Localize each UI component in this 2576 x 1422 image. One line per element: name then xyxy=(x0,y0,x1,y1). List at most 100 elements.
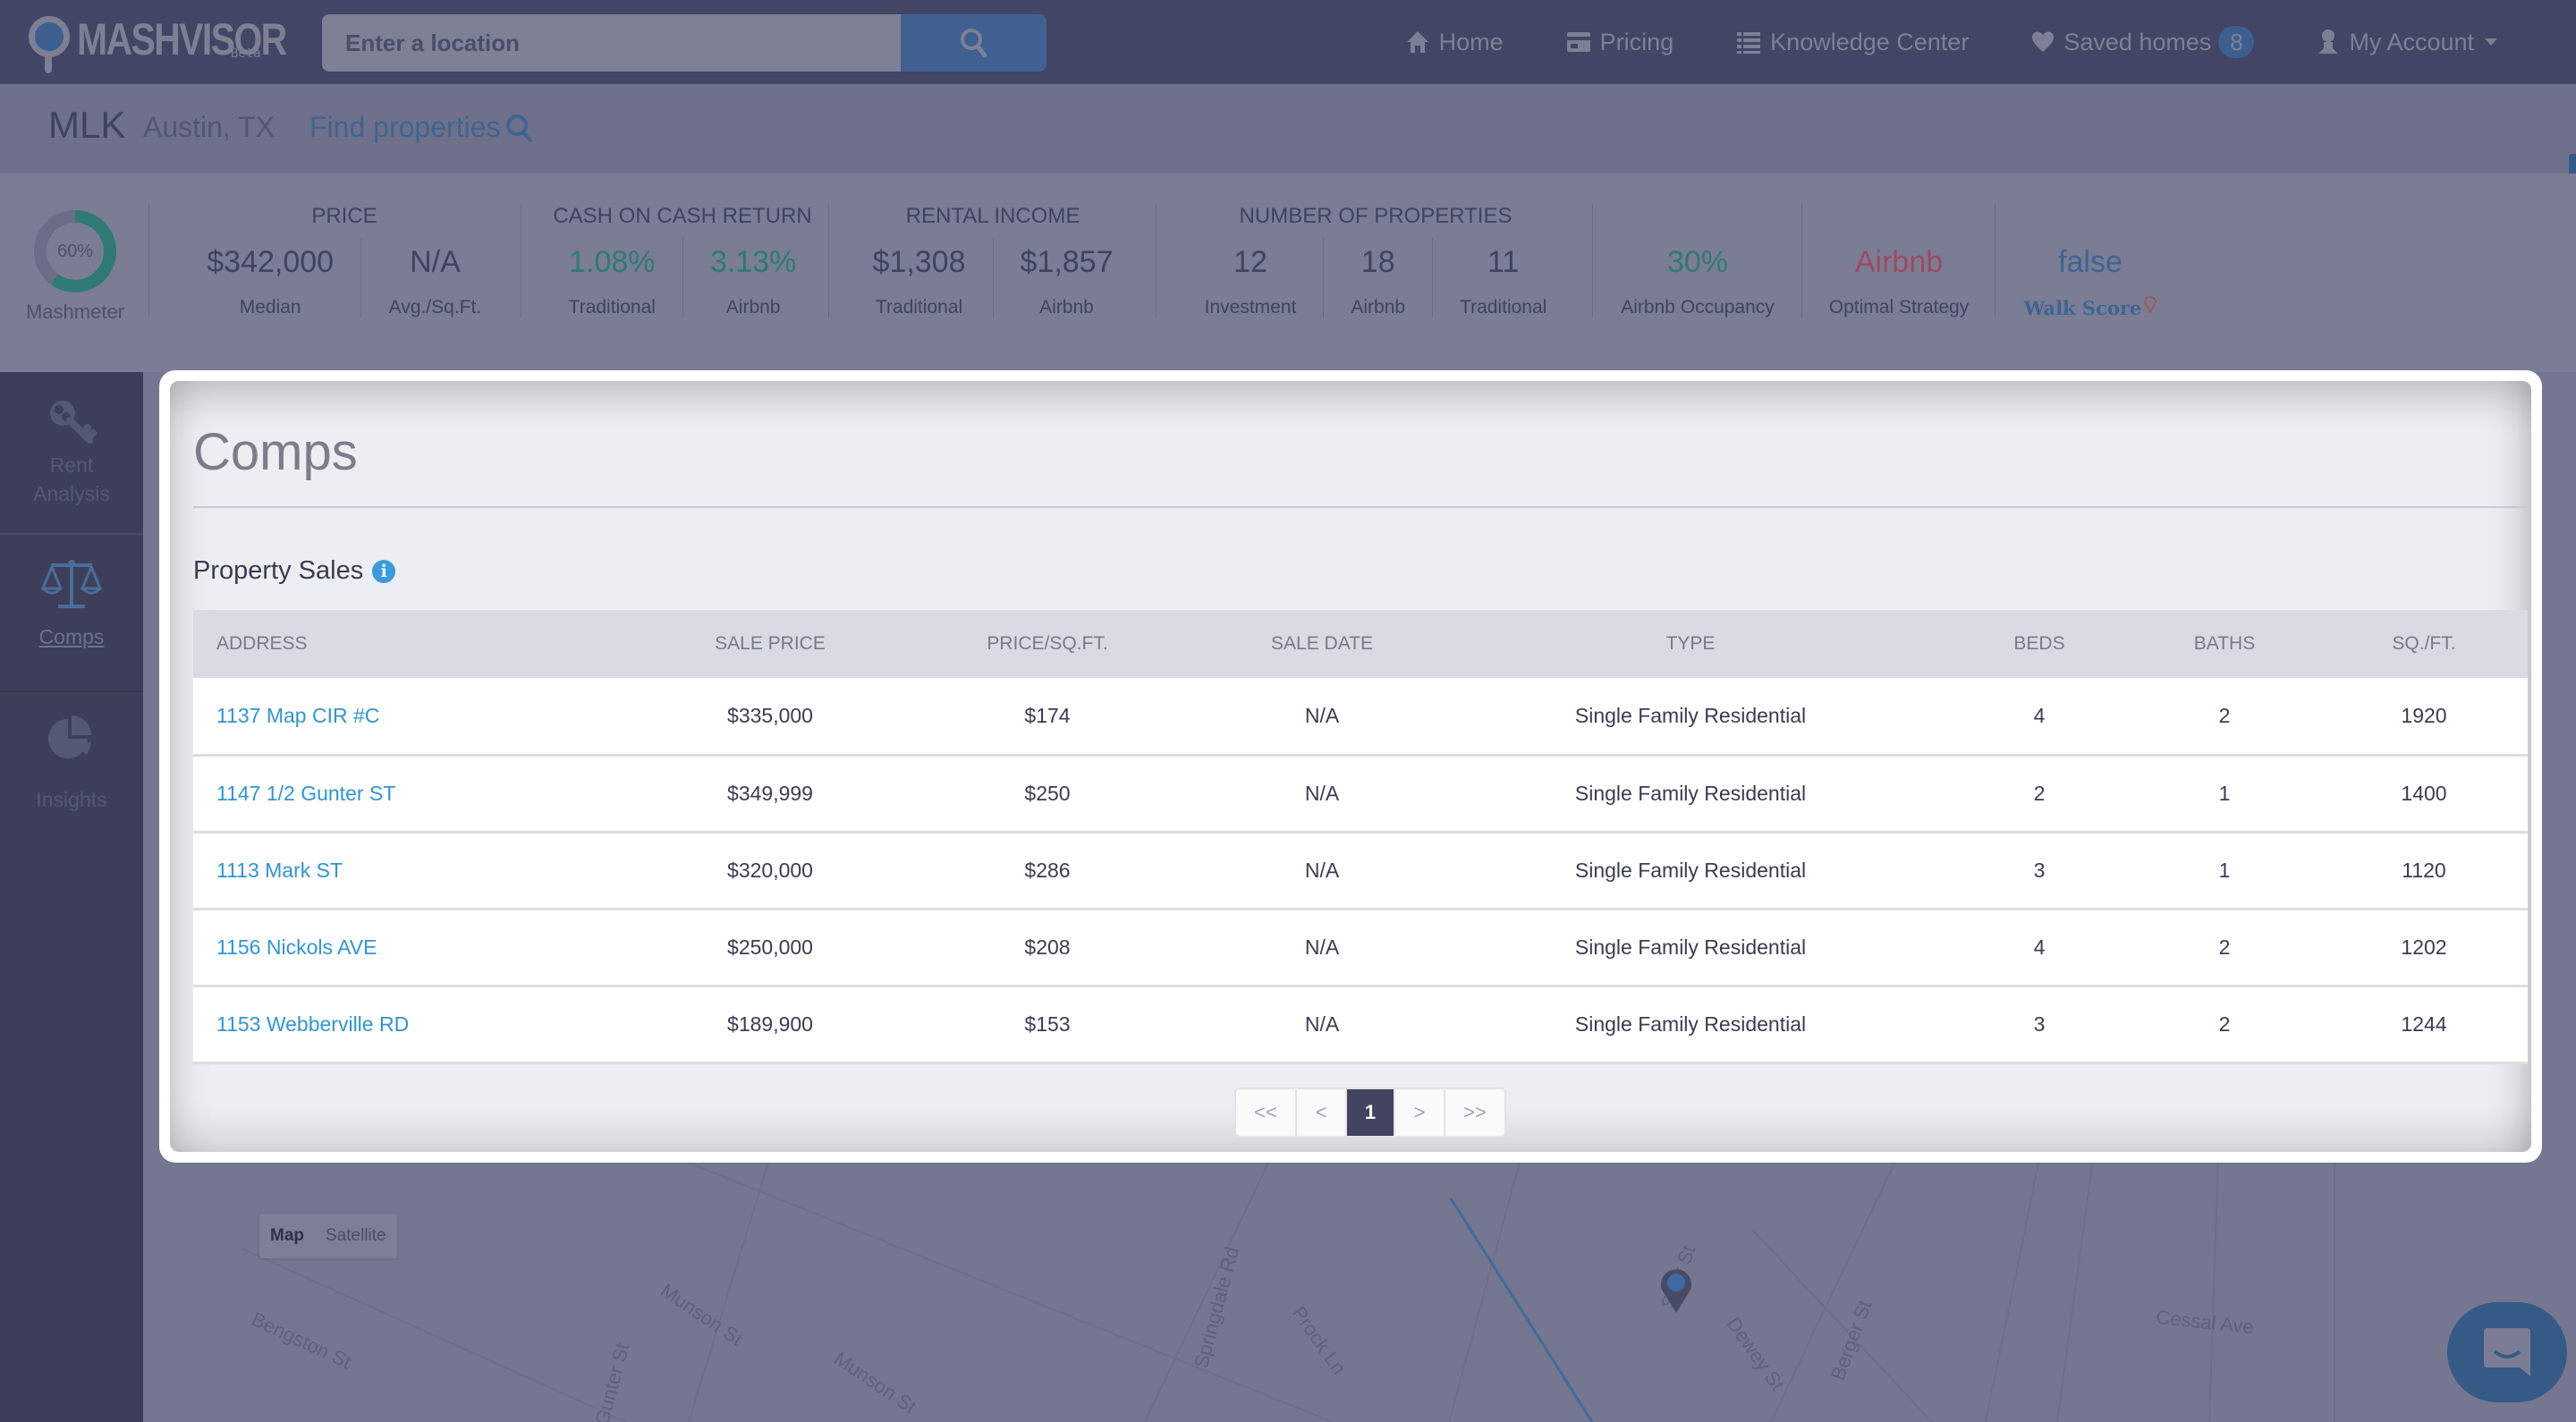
divider xyxy=(828,204,829,318)
sale-date: N/A xyxy=(1213,755,1431,834)
beds: 4 xyxy=(1950,909,2129,987)
address-link[interactable]: 1137 Map CIR #C xyxy=(193,678,658,757)
beds: 4 xyxy=(1950,678,2129,757)
property-type: Single Family Residential xyxy=(1431,832,1950,910)
rental-traditional-label: Traditional xyxy=(875,297,963,317)
transit-line xyxy=(1449,1198,1594,1422)
beds: 3 xyxy=(1950,832,2129,910)
sidebar-item-insights[interactable]: Insights xyxy=(0,714,143,814)
price-per-sqft: $153 xyxy=(882,986,1213,1064)
page-current[interactable]: 1 xyxy=(1347,1089,1395,1136)
key-icon xyxy=(50,401,97,444)
search-icon xyxy=(960,29,987,58)
address-link[interactable]: 1153 Webberville RD xyxy=(193,986,658,1064)
nav-home[interactable]: Home xyxy=(1405,29,1504,56)
location-search-input[interactable] xyxy=(322,14,901,72)
rental-airbnb: $1,857 xyxy=(1020,245,1114,279)
scales-icon xyxy=(40,560,103,608)
col-type[interactable]: TYPE xyxy=(1431,610,1950,678)
page-prev-button[interactable]: < xyxy=(1297,1089,1347,1136)
walk-score-logo[interactable]: Walk Score xyxy=(1996,295,2184,319)
mashvisor-logo[interactable]: MASHVISOR xyxy=(27,14,332,77)
col-price-sqft[interactable]: PRICE/SQ.FT. xyxy=(882,610,1213,678)
sale-price: $189,900 xyxy=(658,986,882,1064)
sale-price: $349,999 xyxy=(658,755,882,834)
baths: 2 xyxy=(2129,909,2320,987)
stats-bar: 60% Mashmeter PRICE $342,000 Median N/A Av… xyxy=(0,174,2576,372)
heart-icon xyxy=(2032,31,2055,52)
sidebar-item-comps[interactable]: Comps xyxy=(0,558,143,651)
col-baths[interactable]: BATHS xyxy=(2129,610,2320,678)
nav-home-label: Home xyxy=(1438,28,1504,55)
sidebar-divider xyxy=(0,533,143,535)
city-name: Austin, TX xyxy=(143,111,275,143)
price-per-sqft: $250 xyxy=(882,755,1213,834)
rental-airbnb-label: Airbnb xyxy=(1039,297,1094,317)
nav-account-label: My Account xyxy=(2349,28,2474,55)
divider xyxy=(1592,204,1593,318)
page-next-button[interactable]: > xyxy=(1395,1089,1445,1136)
sidebar-item-rent-analysis[interactable]: Rent Analysis xyxy=(0,397,143,508)
pricing-card-icon xyxy=(1566,32,1590,52)
avg-sqft-price: N/A xyxy=(410,245,461,279)
divider xyxy=(1156,204,1157,318)
find-properties-link[interactable]: Find properties xyxy=(309,111,534,144)
address-link[interactable]: 1156 Nickols AVE xyxy=(193,909,658,987)
nav-knowledge-center[interactable]: Knowledge Center xyxy=(1736,29,1969,56)
traditional-count: 11 xyxy=(1487,245,1520,279)
location-pin-icon[interactable] xyxy=(1658,1266,1694,1315)
col-beds[interactable]: BEDS xyxy=(1950,610,2129,678)
strategy-label: Optimal Strategy xyxy=(1828,297,1970,317)
user-icon xyxy=(2318,30,2339,54)
mashmeter: 60% Mashmeter xyxy=(21,209,129,324)
walk-score-stat: false Walk Score xyxy=(1996,238,2184,352)
property-type: Single Family Residential xyxy=(1431,755,1950,834)
table-row: 1137 Map CIR #C $335,000 $174 N/A Single Fam… xyxy=(193,678,2528,757)
baths: 1 xyxy=(2129,832,2320,910)
modal-title: Comps xyxy=(193,423,358,481)
mashmeter-label: Mashmeter xyxy=(25,300,125,323)
nav-my-account[interactable]: My Account xyxy=(2317,29,2497,56)
page-first-button[interactable]: << xyxy=(1236,1089,1297,1136)
saved-homes-count-badge: 8 xyxy=(2218,26,2255,58)
sale-date: N/A xyxy=(1213,986,1431,1064)
chat-icon xyxy=(2484,1328,2530,1376)
map-pin-icon xyxy=(2144,295,2157,313)
walk-score-label: Walk Score xyxy=(2023,297,2142,319)
address-link[interactable]: 1113 Mark ST xyxy=(193,832,658,910)
rental-income-stat: RENTAL INCOME $1,308 Traditional $1,857 Ai… xyxy=(830,204,1156,318)
map-type-toggle: Map Satellite xyxy=(259,1214,397,1258)
nav-saved-homes[interactable]: Saved homes 8 xyxy=(2031,26,2255,58)
nav-pricing[interactable]: Pricing xyxy=(1566,29,1674,56)
table-row: 1113 Mark ST $320,000 $286 N/A Single Family… xyxy=(193,832,2528,910)
sale-date: N/A xyxy=(1213,678,1431,757)
page-last-button[interactable]: >> xyxy=(1445,1089,1504,1136)
top-navbar: MASHVISOR Beta Home Pricing Knowledge Ce… xyxy=(0,0,2576,84)
location-header: MLK Austin, TX Find properties xyxy=(0,84,2576,211)
info-icon[interactable]: i xyxy=(372,559,396,583)
nav-pricing-label: Pricing xyxy=(1599,28,1674,55)
col-sqft[interactable]: SQ./FT. xyxy=(2320,610,2528,678)
baths: 2 xyxy=(2129,678,2320,757)
property-type: Single Family Residential xyxy=(1431,986,1950,1064)
table-row: 1156 Nickols AVE $250,000 $208 N/A Single Fa… xyxy=(193,909,2528,987)
map-toggle-map[interactable]: Map xyxy=(259,1214,315,1258)
search-button[interactable] xyxy=(901,14,1046,72)
table-row: 1147 1/2 Gunter ST $349,999 $250 N/A Single … xyxy=(193,755,2528,834)
address-link[interactable]: 1147 1/2 Gunter ST xyxy=(193,755,658,834)
col-address[interactable]: ADDRESS xyxy=(193,610,658,678)
sqft: 1202 xyxy=(2320,909,2528,987)
col-sale-price[interactable]: SALE PRICE xyxy=(658,610,882,678)
chat-button[interactable] xyxy=(2447,1302,2567,1402)
map-toggle-satellite[interactable]: Satellite xyxy=(315,1214,397,1258)
nav-links: Home Pricing Knowledge Center Saved home… xyxy=(1405,0,2576,84)
divider xyxy=(1995,204,1996,318)
airbnb-occupancy-stat: 30% Airbnb Occupancy xyxy=(1594,238,1801,352)
coc-traditional-label: Traditional xyxy=(568,297,656,317)
col-sale-date[interactable]: SALE DATE xyxy=(1213,610,1431,678)
baths: 2 xyxy=(2129,986,2320,1064)
divider xyxy=(1801,204,1802,318)
sale-price: $335,000 xyxy=(658,678,882,757)
airbnb-count-label: Airbnb xyxy=(1351,297,1406,317)
chevron-down-icon xyxy=(2485,38,2497,46)
